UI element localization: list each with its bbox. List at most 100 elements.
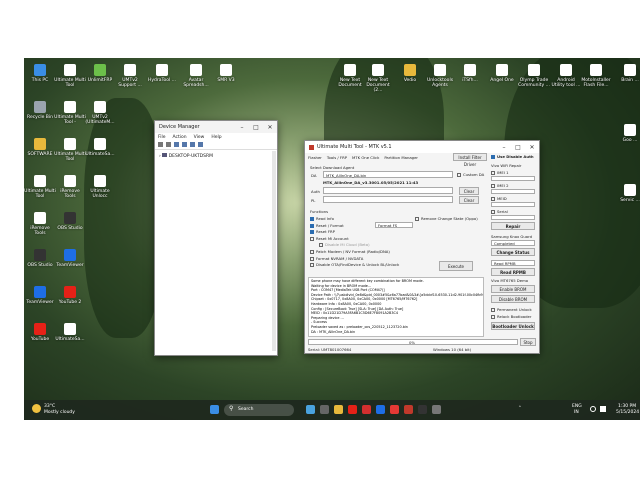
function-checkbox[interactable] [310,250,314,254]
weather-desc[interactable]: Mostly cloudy [44,410,75,415]
format-select[interactable]: Format FS [375,222,413,228]
menu-file[interactable]: File [158,135,166,140]
tab-tools-frp[interactable]: Tools / FRP [327,155,347,160]
custom-da-checkbox[interactable]: Custom DA [457,172,484,177]
remove-change-state[interactable]: Remove Change State (Oppo) [415,216,478,221]
umt-titlebar[interactable]: Ultimate Multi Tool - MTK v5.1 – □ ✕ [305,141,539,153]
maximize-icon[interactable]: □ [511,144,525,151]
rpmb-select[interactable]: Read RPMB [491,260,535,266]
acrobat-icon[interactable] [362,405,371,414]
serial-input[interactable] [491,215,535,220]
clock-time[interactable]: 1:30 PM [618,404,636,409]
help-icon[interactable] [182,142,187,147]
teamviewer-icon[interactable] [376,405,385,414]
lang-sub-text[interactable]: IN [574,410,579,415]
function-checkbox[interactable] [310,230,314,235]
close-icon[interactable]: ✕ [525,144,539,151]
desktop-icon[interactable]: Recycle Bin [24,101,56,120]
desktop-icon[interactable]: YouTube 2 [54,286,86,305]
function-checkbox[interactable] [319,243,323,248]
serial-checkbox[interactable] [491,210,495,214]
search-box[interactable]: ⚲ Search [224,404,294,416]
desktop-icon[interactable]: HydraTool ... [146,64,178,83]
tab-partition-manager[interactable]: Partition Manager [384,155,418,160]
desktop-icon[interactable]: SOFTWARE [24,138,56,157]
function-checkbox[interactable] [310,263,314,268]
pl-clear-button[interactable]: Clear [459,196,479,204]
umt-taskbar-icon[interactable] [404,405,413,414]
relock-bootloader-checkbox[interactable] [491,315,495,319]
desktop-icon[interactable]: iRemove Tools [54,175,86,199]
menu-view[interactable]: View [194,135,205,140]
repair-button[interactable]: Repair [491,222,535,230]
device-manager-window[interactable]: Device Manager – □ ✕ File Action View He… [154,120,278,356]
task-view-icon[interactable] [320,405,329,414]
disable-brom-button[interactable]: Disable BROM [491,295,535,303]
desktop-icon[interactable]: Ultimate Multi Tool [54,138,86,162]
execute-button[interactable]: Execute [439,261,473,271]
imei2-input[interactable] [491,189,535,194]
custom-da-box[interactable] [457,173,461,177]
desktop-icon[interactable]: UltimateSa... [54,323,86,342]
function-option[interactable]: Read Info [310,216,334,221]
lang-text[interactable]: ENG [572,404,582,409]
use-disable-auth-checkbox[interactable] [491,155,495,159]
back-icon[interactable] [158,142,163,147]
minimize-icon[interactable]: – [497,144,511,151]
imei1-input[interactable] [491,176,535,181]
mac-checkbox[interactable] [491,197,495,201]
weather-icon[interactable] [32,404,41,413]
device-manager-titlebar[interactable]: Device Manager – □ ✕ [155,121,277,133]
minimize-icon[interactable]: – [235,124,249,131]
scrollbar[interactable] [272,151,276,351]
desktop-icon[interactable]: MotoInstaller Flash File... [580,64,612,88]
desktop-icon[interactable]: Ultimate Multi Tool [54,64,86,88]
desktop-icon[interactable]: UltimateSa... [84,138,116,157]
function-option[interactable]: Reset FRP [310,229,335,235]
desktop-icon[interactable]: UMTv2 Support ... [114,64,146,88]
properties-icon[interactable] [174,142,179,147]
file-explorer-icon[interactable] [334,405,343,414]
clock-date[interactable]: 5/15/2024 [616,410,639,415]
install-driver-button[interactable]: Install Filter Driver [453,153,487,167]
desktop-icon[interactable]: TeamViewer [24,286,56,305]
app-icon[interactable] [348,405,357,414]
imei1-checkbox[interactable] [491,171,495,175]
bootloader-unlock-button[interactable]: Bootloader Unlock [491,322,535,330]
desktop-icon[interactable]: New Text Document (2... [362,64,394,93]
stop-button[interactable]: Stop [520,338,536,346]
menu-action[interactable]: Action [173,135,187,140]
umt-window[interactable]: Ultimate Multi Tool - MTK v5.1 – □ ✕ Fla… [304,140,540,354]
desktop-icon[interactable]: UnlimitFRP [84,64,116,83]
forward-icon[interactable] [166,142,171,147]
use-disable-auth[interactable]: Use Disable Auth [491,154,534,159]
desktop-icon[interactable]: Brain ... [614,64,640,83]
desktop-icon[interactable]: Olymp Trade Community ... [518,64,550,88]
desktop-icon[interactable]: Android Utility tool ... [550,64,582,88]
permanent-unlock-option[interactable]: Permanent Unlock [491,307,532,312]
pl-input[interactable] [323,196,453,203]
change-status-button[interactable]: Change Status [491,248,535,256]
desktop-icon[interactable]: Vedio [394,64,426,83]
serial-option[interactable]: Serial [491,209,508,214]
imei1-option[interactable]: IMEI 1 [491,170,509,175]
mac-input[interactable] [491,202,535,207]
start-icon[interactable] [210,405,219,414]
scan-icon[interactable] [190,142,195,147]
desktop-icon[interactable]: Angel One [486,64,518,83]
chrome-icon[interactable] [390,405,399,414]
function-option[interactable]: Reset / Format [310,223,344,228]
auth-input[interactable] [323,187,453,194]
device-manager-taskbar-icon[interactable] [432,405,441,414]
desktop-icon[interactable]: This PC [24,64,56,83]
maximize-icon[interactable]: □ [249,124,263,131]
desktop-icon[interactable]: Ultimate Unlocc [84,175,116,199]
obs-icon[interactable] [418,405,427,414]
menu-help[interactable]: Help [211,135,221,140]
function-option[interactable]: Format NVRAM / NVDATA [310,256,363,261]
function-checkbox[interactable] [310,217,314,221]
mac-option[interactable]: MEID [491,196,507,201]
wifi-icon[interactable] [590,406,596,412]
remove-change-state-checkbox[interactable] [415,217,419,221]
knox-select[interactable]: Completed [491,240,535,246]
